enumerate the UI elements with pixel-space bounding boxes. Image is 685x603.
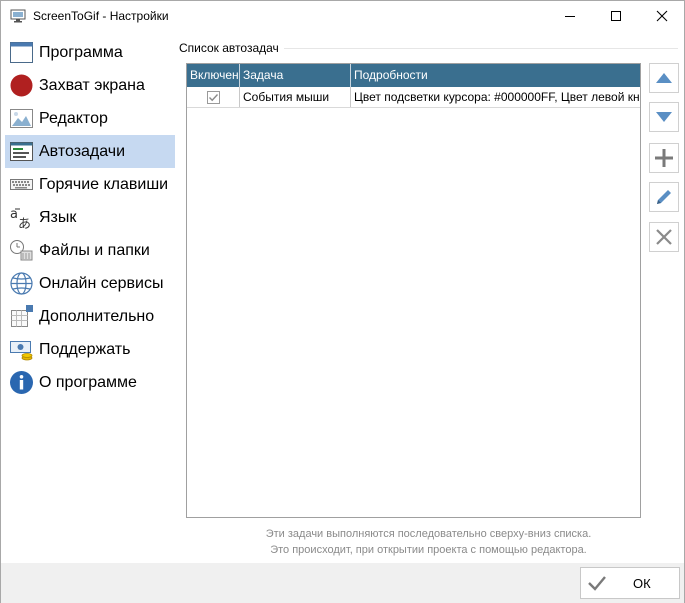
enabled-cell: [187, 87, 240, 107]
tasks-list-header: Включен Задача Подробности: [187, 64, 640, 87]
sidebar-item-label: Редактор: [39, 109, 108, 127]
tasks-group-title: Список автозадач: [179, 41, 279, 55]
remove-icon: [656, 229, 672, 245]
sidebar-item-editor[interactable]: Редактор: [5, 102, 175, 135]
extras-icon: [9, 304, 34, 329]
sidebar-item-donate[interactable]: Поддержать: [5, 333, 175, 366]
sidebar-item-application[interactable]: Программа: [5, 36, 175, 69]
sidebar-item-label: О программе: [39, 373, 137, 391]
settings-sidebar: Программа Захват экрана Редактор Автозад…: [5, 36, 175, 399]
settings-window: ScreenToGif - Настройки Программа Захват…: [0, 0, 685, 603]
sidebar-item-label: Поддержать: [39, 340, 131, 358]
add-task-button[interactable]: [649, 143, 679, 173]
sidebar-item-tasks[interactable]: Автозадачи: [5, 135, 175, 168]
sidebar-item-label: Горячие клавиши: [39, 175, 169, 193]
sidebar-item-label: Автозадачи: [39, 142, 126, 160]
screentogif-app-icon: [10, 8, 26, 24]
application-window-icon: [9, 40, 34, 65]
keyboard-icon: [9, 172, 34, 197]
maximize-icon: [611, 11, 621, 21]
title-bar[interactable]: ScreenToGif - Настройки: [1, 1, 684, 31]
sidebar-item-label: Онлайн сервисы: [39, 274, 164, 292]
checkmark-icon: [586, 572, 608, 594]
language-icon: a あ: [9, 205, 34, 230]
sidebar-item-label: Захват экрана: [39, 76, 145, 94]
column-header-task[interactable]: Задача: [240, 64, 351, 87]
tasks-list[interactable]: Включен Задача Подробности События мыши …: [186, 63, 641, 518]
sidebar-item-storage[interactable]: Файлы и папки: [5, 234, 175, 267]
sidebar-item-label: Язык: [39, 208, 77, 226]
checkmark-icon: [208, 93, 218, 101]
arrow-up-icon: [656, 73, 672, 83]
sidebar-item-label: Программа: [39, 43, 123, 61]
ok-button-label: ОК: [633, 575, 651, 591]
sidebar-item-extras[interactable]: Дополнительно: [5, 300, 175, 333]
arrow-down-icon: [656, 112, 672, 122]
ok-button[interactable]: ОК: [580, 567, 680, 599]
sidebar-item-language[interactable]: a あ Язык: [5, 201, 175, 234]
files-folders-icon: [9, 238, 34, 263]
donate-icon: [9, 337, 34, 362]
info-text-line-1: Эти задачи выполняются последовательно с…: [265, 528, 592, 540]
minimize-icon: [565, 16, 575, 17]
group-divider: [284, 48, 678, 49]
task-cell: События мыши: [240, 87, 351, 107]
info-icon: [9, 370, 34, 395]
enabled-checkbox[interactable]: [206, 90, 220, 104]
details-cell: Цвет подсветки курсора: #000000FF, Цвет …: [354, 90, 640, 104]
info-text-line-2: Это происходит, при открытии проекта с п…: [270, 544, 587, 556]
tasks-list-icon: [9, 139, 34, 164]
globe-icon: [9, 271, 34, 296]
sidebar-item-label: Файлы и папки: [39, 241, 150, 259]
record-icon: [9, 73, 34, 98]
remove-task-button[interactable]: [649, 222, 679, 252]
sidebar-item-upload-services[interactable]: Онлайн сервисы: [5, 267, 175, 300]
edit-task-button[interactable]: [649, 182, 679, 212]
sidebar-item-label: Дополнительно: [39, 307, 155, 325]
close-icon: [656, 10, 668, 22]
table-row[interactable]: События мыши Цвет подсветки курсора: #00…: [187, 87, 640, 108]
sidebar-item-shortcuts[interactable]: Горячие клавиши: [5, 168, 175, 201]
column-header-details[interactable]: Подробности: [351, 64, 640, 87]
maximize-button[interactable]: [593, 1, 639, 31]
pencil-icon: [657, 190, 671, 204]
sidebar-item-recorder[interactable]: Захват экрана: [5, 69, 175, 102]
plus-icon: [655, 149, 673, 167]
move-down-button[interactable]: [649, 102, 679, 132]
editor-image-icon: [9, 106, 34, 131]
close-button[interactable]: [639, 1, 685, 31]
column-header-enabled[interactable]: Включен: [187, 64, 240, 87]
move-up-button[interactable]: [649, 63, 679, 93]
minimize-button[interactable]: [547, 1, 593, 31]
window-title: ScreenToGif - Настройки: [33, 9, 169, 23]
svg-text:あ: あ: [18, 217, 31, 230]
sidebar-item-about[interactable]: О программе: [5, 366, 175, 399]
